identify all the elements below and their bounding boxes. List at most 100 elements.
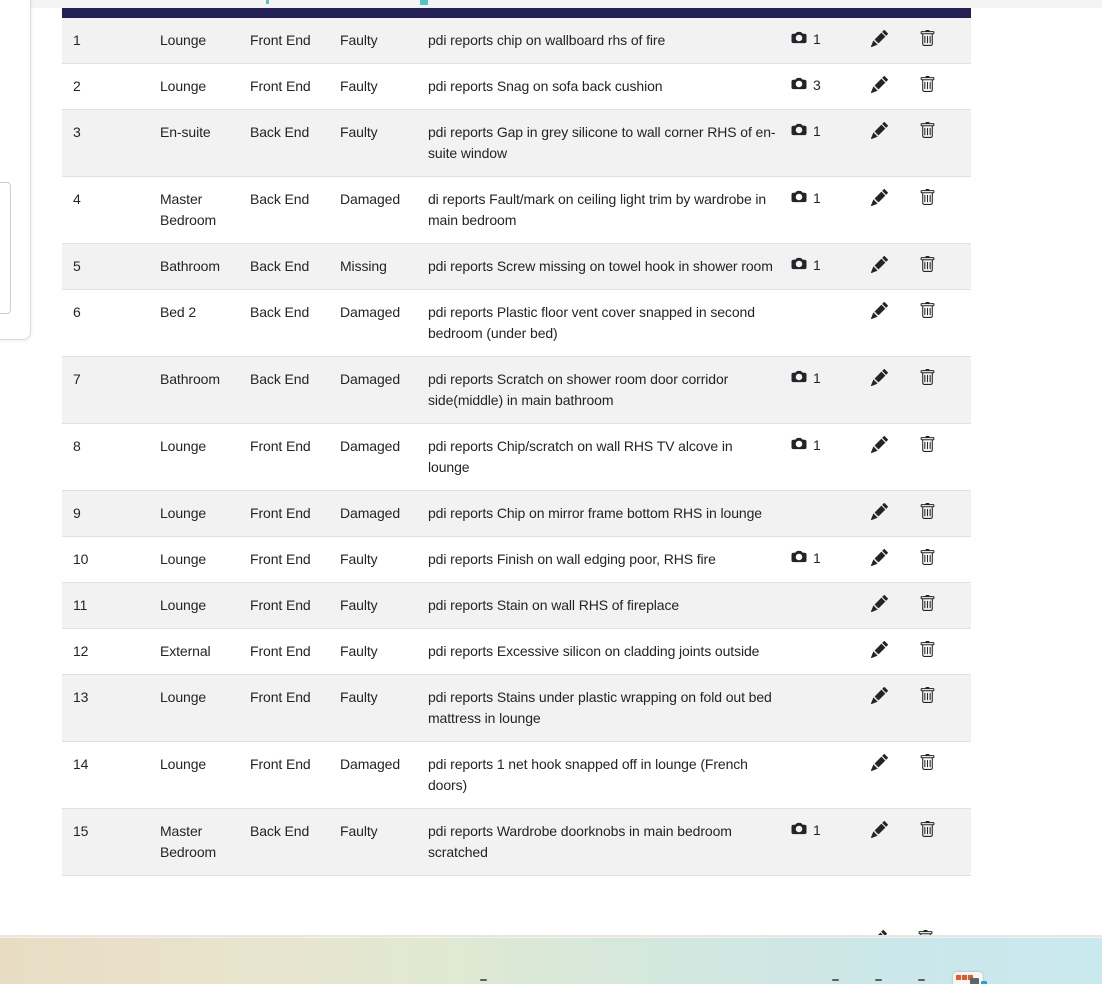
running-app-indicator [832, 979, 839, 981]
trash-icon [919, 753, 937, 771]
table-row: 13 Lounge Front End Faulty pdi reports Stain… [62, 675, 971, 742]
photos-badge[interactable]: 1 [776, 435, 827, 455]
delete-button[interactable] [919, 502, 937, 520]
photos-badge[interactable]: 1 [776, 548, 827, 568]
row-description: pdi reports Snag on sofa back cushion [428, 78, 663, 94]
row-status: Damaged [340, 756, 401, 772]
row-location: Bathroom [160, 258, 220, 274]
delete-button[interactable] [919, 548, 937, 566]
edit-button[interactable] [871, 301, 889, 319]
pencil-icon [871, 502, 889, 520]
photo-count: 3 [813, 77, 821, 93]
edit-button[interactable] [871, 820, 889, 838]
table-row: 2 Lounge Front End Faulty pdi reports Snag o… [62, 64, 971, 110]
delete-button[interactable] [919, 686, 937, 704]
photos-badge[interactable]: 1 [776, 255, 827, 275]
running-app-indicator [875, 979, 882, 981]
photos-badge[interactable]: 1 [776, 820, 827, 840]
edit-button[interactable] [871, 255, 889, 273]
photos-badge[interactable]: 1 [776, 368, 827, 388]
delete-button[interactable] [919, 121, 937, 139]
edit-button[interactable] [871, 686, 889, 704]
delete-button[interactable] [919, 301, 937, 319]
row-location: Lounge [160, 438, 207, 454]
edit-button[interactable] [871, 29, 889, 47]
row-number: 7 [73, 371, 81, 387]
delete-button[interactable] [919, 75, 937, 93]
camera-icon [790, 821, 808, 839]
edit-button[interactable] [871, 435, 889, 453]
photos-badge[interactable]: 3 [776, 75, 827, 95]
row-status: Faulty [340, 643, 378, 659]
row-edit-cell [852, 629, 908, 674]
row-type: Front End [250, 78, 311, 94]
row-description: pdi reports chip on wallboard rhs of fir… [428, 32, 666, 48]
edit-button[interactable] [871, 753, 889, 771]
table-row: 9 Lounge Front End Damaged pdi reports Chip … [62, 491, 971, 537]
row-delete-cell [908, 537, 948, 582]
row-location: Lounge [160, 689, 207, 705]
delete-button[interactable] [919, 820, 937, 838]
photo-count: 1 [813, 123, 821, 139]
row-delete-cell [908, 809, 948, 875]
row-location: Lounge [160, 597, 207, 613]
row-number: 10 [73, 551, 89, 567]
row-status: Faulty [340, 597, 378, 613]
row-status: Damaged [340, 304, 401, 320]
screen: 1 Lounge Front End Faulty pdi reports chip o… [0, 0, 1102, 984]
row-delete-cell [908, 290, 948, 356]
delete-button[interactable] [919, 753, 937, 771]
trash-icon [919, 820, 937, 838]
delete-button[interactable] [919, 435, 937, 453]
defects-table: 1 Lounge Front End Faulty pdi reports chip o… [62, 8, 971, 876]
edit-button[interactable] [871, 640, 889, 658]
table-row: 6 Bed 2 Back End Damaged pdi reports Plastic… [62, 290, 971, 357]
clipped-desktop-icon[interactable] [953, 972, 987, 984]
edit-button[interactable] [871, 594, 889, 612]
row-edit-cell [852, 742, 908, 808]
delete-button[interactable] [919, 188, 937, 206]
row-location: Lounge [160, 32, 207, 48]
trash-icon [919, 121, 937, 139]
delete-button[interactable] [919, 368, 937, 386]
taskbar: Search O W P X P [0, 937, 1102, 984]
table-header-bar [62, 8, 971, 18]
edit-button[interactable] [871, 368, 889, 386]
row-number: 5 [73, 258, 81, 274]
delete-button[interactable] [919, 640, 937, 658]
photos-badge[interactable]: 1 [776, 29, 827, 49]
running-app-indicator [918, 979, 925, 981]
delete-button[interactable] [919, 594, 937, 612]
pencil-icon [871, 301, 889, 319]
row-type: Front End [250, 689, 311, 705]
pencil-icon [871, 594, 889, 612]
cutoff-text-fragment [266, 0, 269, 4]
row-delete-cell [908, 742, 948, 808]
row-number: 15 [73, 823, 89, 839]
edit-button[interactable] [871, 75, 889, 93]
row-description: pdi reports Excessive silicon on claddin… [428, 643, 760, 659]
trash-icon [919, 368, 937, 386]
pencil-icon [871, 548, 889, 566]
camera-icon [790, 369, 808, 387]
table-row: 11 Lounge Front End Faulty pdi reports Stain… [62, 583, 971, 629]
row-photos-cell: 1 [776, 244, 852, 289]
row-number: 4 [73, 191, 81, 207]
row-delete-cell [908, 424, 948, 490]
photos-badge[interactable]: 1 [776, 188, 827, 208]
pencil-icon [871, 640, 889, 658]
photos-badge[interactable]: 1 [776, 121, 827, 141]
edit-button[interactable] [871, 188, 889, 206]
row-photos-cell: 1 [776, 18, 852, 63]
row-delete-cell [908, 18, 948, 63]
running-app-indicator [480, 979, 487, 981]
camera-icon [790, 76, 808, 94]
edit-button[interactable] [871, 121, 889, 139]
delete-button[interactable] [919, 255, 937, 273]
row-edit-cell [852, 64, 908, 109]
row-type: Back End [250, 304, 310, 320]
edit-button[interactable] [871, 548, 889, 566]
row-edit-cell [852, 537, 908, 582]
edit-button[interactable] [871, 502, 889, 520]
delete-button[interactable] [919, 29, 937, 47]
